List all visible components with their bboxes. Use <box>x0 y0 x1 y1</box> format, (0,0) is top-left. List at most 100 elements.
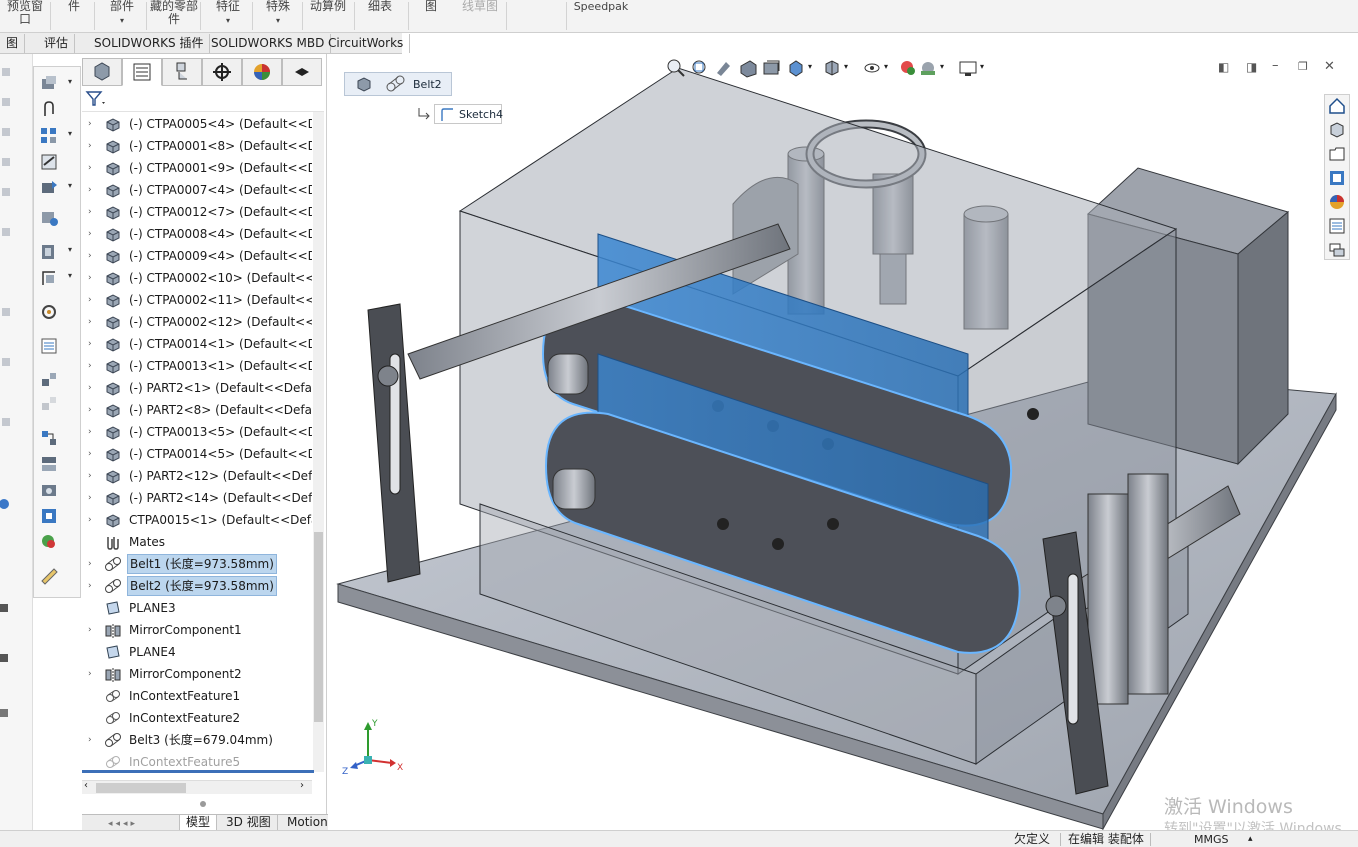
splitter-handle[interactable] <box>200 801 206 807</box>
tree-expand-icon[interactable]: › <box>88 663 98 685</box>
tree-expand-icon[interactable]: › <box>88 399 98 421</box>
tree-item[interactable]: › MirrorComponent2 <box>82 663 312 685</box>
tab-solidworks-addins[interactable]: SOLIDWORKS 插件 <box>88 34 211 53</box>
tab-evaluate[interactable]: 评估 <box>38 34 76 53</box>
chevron-down-icon[interactable]: ▾ <box>940 62 944 71</box>
tree-item[interactable]: › (-) CTPA0013<1> (Default<<De <box>82 355 312 377</box>
tab-drawing[interactable]: 图 <box>0 34 26 53</box>
measure-icon[interactable] <box>40 567 58 585</box>
tree-item[interactable]: Mates <box>82 531 312 553</box>
tab-nav-buttons[interactable]: ◂◂◂▸ <box>82 815 180 831</box>
tree-item[interactable]: › (-) PART2<14> (Default<<Defau <box>82 487 312 509</box>
smart-fasteners-icon[interactable] <box>40 153 58 171</box>
tree-item[interactable]: › (-) PART2<1> (Default<<Defaul <box>82 377 312 399</box>
tree-item[interactable]: › (-) CTPA0001<8> (Default<<De <box>82 135 312 157</box>
hide-show-items-icon[interactable] <box>862 58 882 78</box>
tree-expand-icon[interactable]: › <box>88 619 98 641</box>
design-library-icon[interactable] <box>1328 121 1346 139</box>
tree-expand-icon[interactable]: › <box>88 465 98 487</box>
ribbon-special-button[interactable]: 特殊 ▾ <box>256 0 300 33</box>
tab-circuitworks[interactable]: CircuitWorks <box>322 34 411 53</box>
chevron-down-icon[interactable]: ▾ <box>68 271 72 280</box>
ribbon-hidden-parts-button[interactable]: 藏的零部件 <box>150 0 198 33</box>
forum-icon[interactable] <box>1328 241 1346 259</box>
ribbon-features-button[interactable]: 特征 ▾ <box>206 0 250 33</box>
units-selector[interactable]: MMGS <box>1194 832 1229 847</box>
chevron-down-icon[interactable]: ▾ <box>68 181 72 190</box>
tree-item[interactable]: › MirrorComponent1 <box>82 619 312 641</box>
tree-item[interactable]: InContextFeature2 <box>82 707 312 729</box>
move-component-icon[interactable] <box>40 179 58 197</box>
tree-item[interactable]: PLANE3 <box>82 597 312 619</box>
tab-solidworks-mbd[interactable]: SOLIDWORKS MBD <box>205 34 332 53</box>
insert-component-icon[interactable] <box>40 75 58 93</box>
ribbon-preview-window-button[interactable]: 预览窗口 <box>2 0 48 33</box>
dynamic-annotation-icon[interactable] <box>762 58 782 78</box>
tree-item[interactable]: › (-) CTPA0002<12> (Default<<D <box>82 311 312 333</box>
appearance-icon[interactable] <box>40 533 58 551</box>
tree-expand-icon[interactable]: › <box>88 509 98 531</box>
side-plate-left[interactable] <box>367 303 421 583</box>
tab-cam-manager[interactable] <box>282 58 322 86</box>
edit-appearance-icon[interactable] <box>898 58 918 78</box>
chevron-down-icon[interactable]: ▾ <box>884 62 888 71</box>
tree-vertical-scrollbar[interactable] <box>313 112 324 772</box>
zoom-to-area-icon[interactable] <box>690 58 710 78</box>
tab-feature-manager[interactable] <box>82 58 122 86</box>
breadcrumb[interactable]: Belt2 <box>344 72 452 96</box>
assembly-model-view[interactable] <box>328 54 1358 830</box>
tree-expand-icon[interactable]: › <box>88 487 98 509</box>
chevron-down-icon[interactable]: ▾ <box>980 62 984 71</box>
tree-item[interactable]: › Belt1 (长度=973.58mm) <box>82 553 312 575</box>
zoom-to-fit-icon[interactable] <box>666 58 686 78</box>
tree-expand-icon[interactable]: › <box>88 135 98 157</box>
bill-of-materials-icon[interactable] <box>40 337 58 355</box>
ribbon-drawing-button[interactable]: 图 <box>416 0 446 33</box>
ribbon-line-sketch-button[interactable]: 线草图 <box>456 0 504 33</box>
ribbon-motion-study-button[interactable]: 动算例 <box>306 0 350 33</box>
ribbon-parts-button[interactable]: 部件 ▾ <box>100 0 144 33</box>
tree-rollback-bar[interactable] <box>82 770 314 773</box>
assembly-cube-icon[interactable] <box>355 76 373 92</box>
take-snapshot-icon[interactable] <box>40 481 58 499</box>
scrollbar-thumb[interactable] <box>96 783 186 793</box>
ribbon-speedpak-button[interactable]: Speedpak <box>572 0 630 33</box>
view-orientation-icon[interactable] <box>786 58 806 78</box>
chevron-down-icon[interactable]: ▾ <box>808 62 812 71</box>
scroll-right-icon[interactable]: › <box>300 780 304 791</box>
instant3d-icon[interactable] <box>40 429 58 447</box>
tree-expand-icon[interactable]: › <box>88 157 98 179</box>
tree-expand-icon[interactable]: › <box>88 377 98 399</box>
filter-funnel-icon[interactable] <box>82 86 108 110</box>
tree-item[interactable]: › Belt2 (长度=973.58mm) <box>82 575 312 597</box>
tab-3d-views[interactable]: 3D 视图 <box>220 815 278 831</box>
tree-expand-icon[interactable]: › <box>88 729 98 751</box>
tree-item[interactable]: › (-) PART2<8> (Default<<Defaul <box>82 399 312 421</box>
chevron-down-icon[interactable]: ▾ <box>844 62 848 71</box>
tree-expand-icon[interactable]: › <box>88 355 98 377</box>
pane-right-icon[interactable]: ◨ <box>1246 60 1257 74</box>
ribbon-component-button[interactable]: 件 <box>60 0 88 33</box>
tree-expand-icon[interactable]: › <box>88 311 98 333</box>
chevron-down-icon[interactable]: ▾ <box>68 245 72 254</box>
tree-expand-icon[interactable]: › <box>88 289 98 311</box>
display-style-icon[interactable] <box>822 58 842 78</box>
tree-item[interactable]: InContextFeature1 <box>82 685 312 707</box>
tree-item[interactable]: › (-) CTPA0009<4> (Default<<De <box>82 245 312 267</box>
tree-horizontal-scrollbar[interactable]: ‹ › <box>82 780 312 794</box>
tree-item[interactable]: › (-) CTPA0013<5> (Default<<De <box>82 421 312 443</box>
tab-configuration-manager[interactable] <box>162 58 202 86</box>
chevron-down-icon[interactable]: ▾ <box>68 129 72 138</box>
tree-item[interactable]: InContextFeature5 <box>82 751 312 772</box>
belt-icon[interactable] <box>385 75 407 93</box>
home-icon[interactable] <box>1328 97 1346 115</box>
tree-expand-icon[interactable]: › <box>88 113 98 135</box>
appearances-icon[interactable] <box>1328 193 1346 211</box>
section-view-icon[interactable] <box>738 58 758 78</box>
tree-item[interactable]: › (-) CTPA0014<1> (Default<<De <box>82 333 312 355</box>
scrollbar-thumb[interactable] <box>314 532 323 722</box>
tree-expand-icon[interactable]: › <box>88 575 98 597</box>
tree-expand-icon[interactable]: › <box>88 245 98 267</box>
minimize-icon[interactable]: – <box>1272 58 1279 73</box>
view-settings-icon[interactable] <box>958 58 978 78</box>
